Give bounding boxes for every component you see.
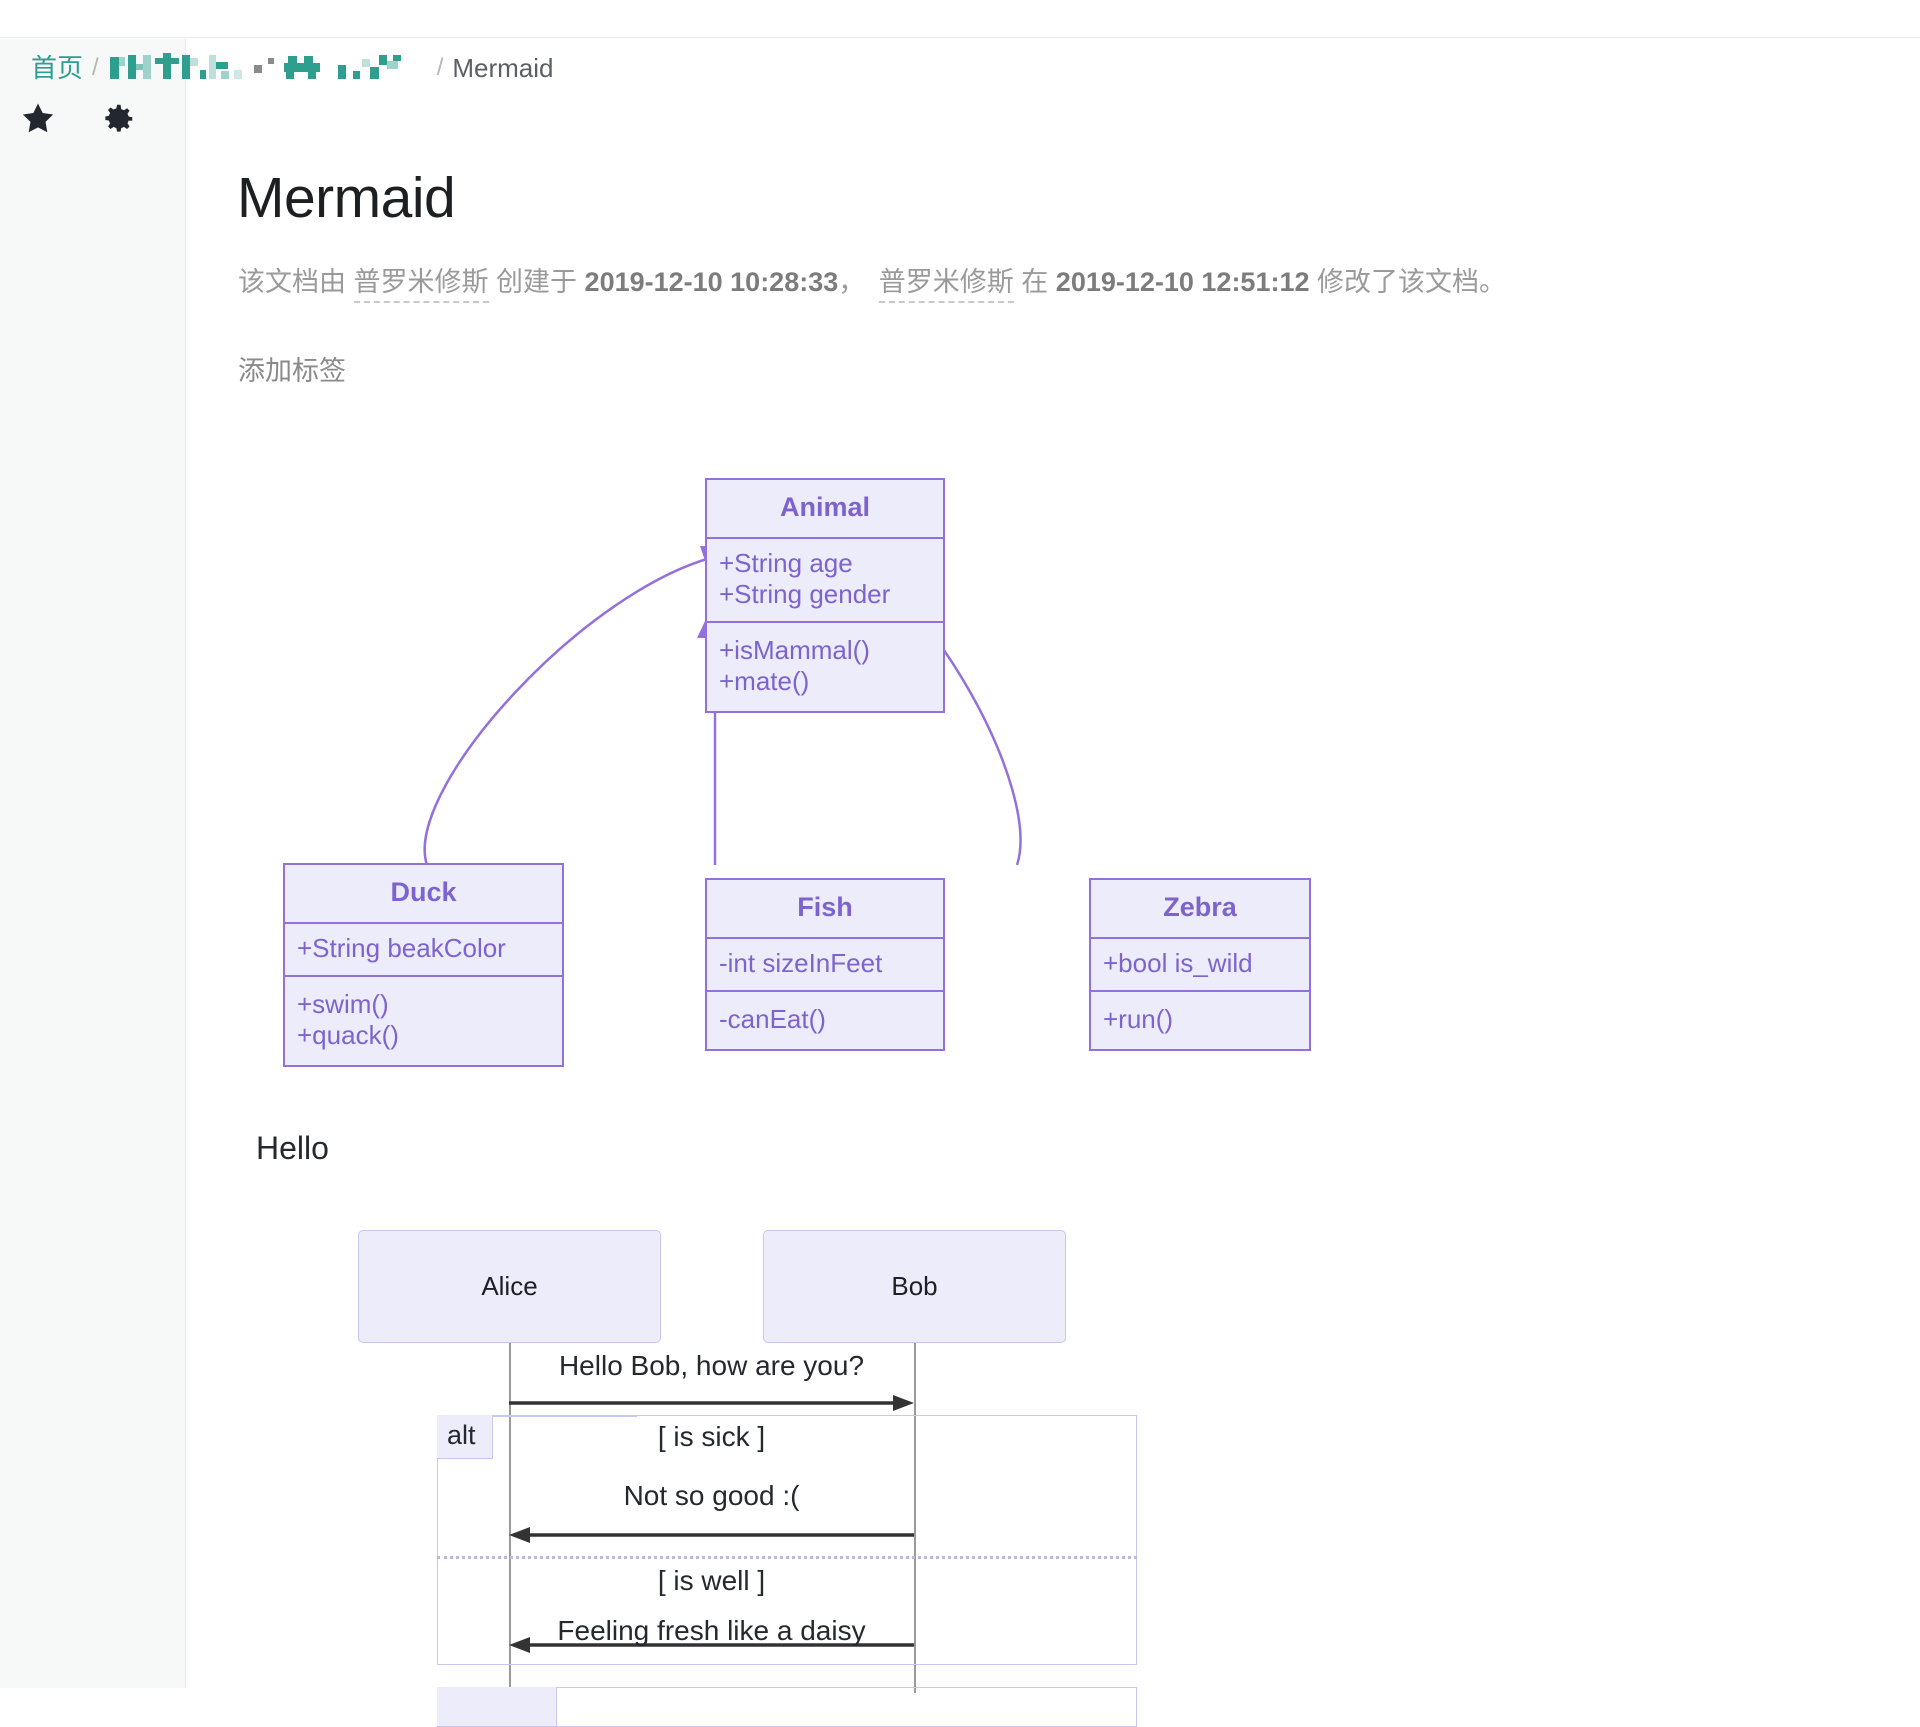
breadcrumb-separator-2: / [436, 54, 444, 81]
sidebar-icon-group [0, 99, 186, 139]
add-tag-button[interactable]: 添加标签 [238, 353, 346, 389]
class-methods-duck: +swim() +quack() [285, 977, 562, 1065]
actor-alice[interactable]: Alice [358, 1230, 661, 1343]
breadcrumb-item-redacted[interactable] [108, 53, 428, 83]
class-attributes-animal: +String age +String gender [707, 539, 943, 623]
class-attribute: -int sizeInFeet [719, 948, 883, 978]
alt-condition-1: [ is sick ] [657, 1421, 766, 1452]
message-label-1: Hello Bob, how are you? [558, 1350, 865, 1381]
breadcrumb-item-home[interactable]: 首页 [31, 52, 83, 84]
breadcrumb-separator: / [92, 54, 99, 81]
class-name-fish: Fish [707, 880, 943, 939]
class-method: -canEat() [719, 1004, 826, 1034]
breadcrumb: 首页 / / Mermaid [31, 52, 554, 84]
meta-suffix: 修改了该文档。 [1317, 267, 1507, 297]
gear-icon[interactable] [98, 99, 138, 139]
star-icon[interactable] [18, 99, 58, 139]
class-attribute: +String age [719, 548, 853, 578]
class-methods-animal: +isMammal() +mate() [707, 623, 943, 711]
class-diagram: Animal +String age +String gender +isMam… [187, 460, 1687, 1110]
actor-bob[interactable]: Bob [763, 1230, 1066, 1343]
meta-prefix: 该文档由 [238, 267, 346, 297]
meta-comma: ， [838, 267, 872, 297]
class-attribute: +String gender [719, 579, 891, 609]
meta-created-label: 创建于 [496, 267, 578, 297]
meta-author[interactable]: 普罗米修斯 [353, 267, 489, 303]
hello-paragraph: Hello [256, 1130, 329, 1166]
actor-label: Bob [891, 1271, 938, 1301]
top-bar [0, 0, 1920, 38]
class-attribute: +String beakColor [297, 933, 506, 963]
meta-created-at: 2019-12-10 10:28:33 [584, 267, 839, 297]
class-box-zebra[interactable]: Zebra +bool is_wild +run() [1089, 878, 1311, 1051]
class-methods-fish: -canEat() [707, 992, 943, 1049]
class-method: +swim() [297, 989, 389, 1019]
page-title: Mermaid [237, 166, 456, 230]
breadcrumb-item-current: Mermaid [452, 53, 554, 83]
class-attributes-zebra: +bool is_wild [1091, 939, 1309, 992]
class-method: +isMammal() [719, 635, 870, 665]
alt-keyword-label: alt [437, 1415, 493, 1459]
class-attributes-fish: -int sizeInFeet [707, 939, 943, 992]
class-methods-zebra: +run() [1091, 992, 1309, 1049]
next-block-label [437, 1687, 557, 1727]
alt-branch-divider [437, 1556, 1137, 1559]
class-box-fish[interactable]: Fish -int sizeInFeet -canEat() [705, 878, 945, 1051]
class-name-duck: Duck [285, 865, 562, 924]
message-label-2: Not so good :( [623, 1480, 800, 1511]
message-label-3: Feeling fresh like a daisy [557, 1615, 866, 1646]
class-method: +quack() [297, 1020, 399, 1050]
left-sidebar [0, 39, 186, 1688]
document-meta: 该文档由 普罗米修斯 创建于 2019-12-10 10:28:33， 普罗米修… [238, 264, 1507, 303]
class-attributes-duck: +String beakColor [285, 924, 562, 977]
sequence-diagram: Alice Bob Hello Bob, how are you? alt [ … [187, 1225, 1387, 1727]
class-box-duck[interactable]: Duck +String beakColor +swim() +quack() [283, 863, 564, 1067]
alt-condition-2: [ is well ] [657, 1565, 766, 1596]
class-attribute: +bool is_wild [1103, 948, 1253, 978]
actor-label: Alice [481, 1271, 538, 1301]
class-name-animal: Animal [707, 480, 943, 539]
class-name-zebra: Zebra [1091, 880, 1309, 939]
meta-modified-at: 2019-12-10 12:51:12 [1055, 267, 1310, 297]
meta-at-label: 在 [1021, 267, 1049, 297]
class-method: +mate() [719, 666, 810, 696]
class-box-animal[interactable]: Animal +String age +String gender +isMam… [705, 478, 945, 713]
class-method: +run() [1103, 1004, 1174, 1034]
meta-editor[interactable]: 普罗米修斯 [878, 267, 1014, 303]
